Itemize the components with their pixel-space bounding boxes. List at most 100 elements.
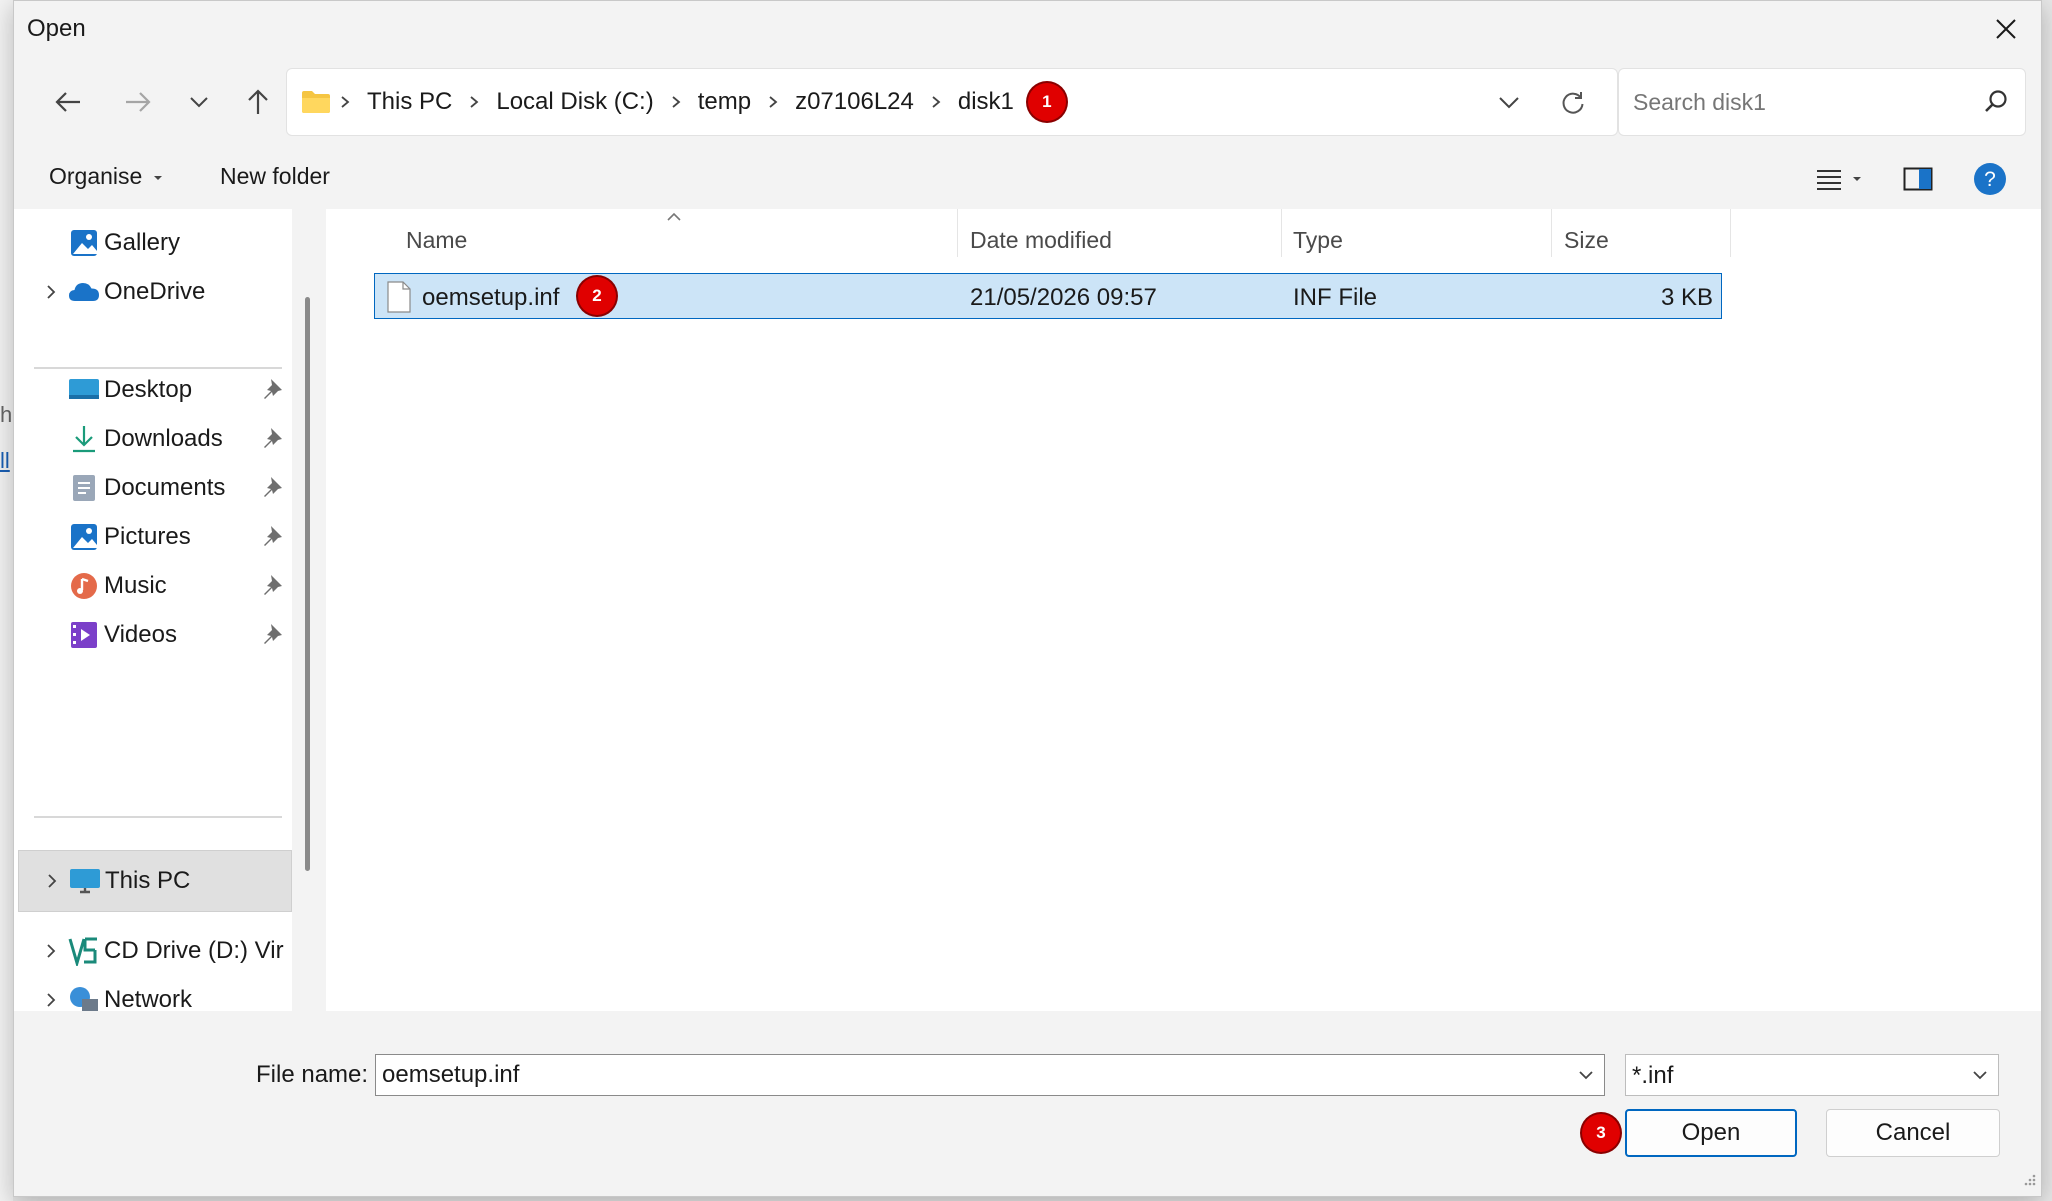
music-icon [68, 570, 100, 602]
open-file-dialog: Open This PC Local Disk (C:) temp z07106… [13, 0, 2042, 1197]
nav-item-desktop[interactable]: Desktop [14, 363, 292, 417]
up-button[interactable] [230, 74, 286, 130]
new-folder-button[interactable]: New folder [220, 163, 330, 190]
nav-item-this-pc[interactable]: This PC [18, 850, 292, 912]
expand-chevron-icon[interactable] [34, 943, 68, 959]
expand-chevron-icon[interactable] [35, 873, 69, 889]
nav-divider [34, 816, 282, 818]
file-name-combobox[interactable] [375, 1054, 1605, 1096]
help-button[interactable]: ? [1968, 157, 2012, 201]
details-view-icon [1817, 170, 1841, 190]
open-button[interactable]: Open [1625, 1109, 1797, 1157]
recent-locations-button[interactable] [171, 74, 227, 130]
background-app [0, 0, 13, 1201]
help-icon: ? [1974, 163, 2006, 195]
search-input[interactable]: Search disk1 [1618, 68, 2026, 136]
chevron-down-icon[interactable] [1576, 1064, 1596, 1091]
column-header-date-modified[interactable]: Date modified [970, 227, 1112, 254]
pin-icon[interactable] [262, 622, 284, 651]
organise-button[interactable]: Organise [49, 163, 163, 190]
breadcrumb-separator-icon[interactable] [662, 95, 690, 109]
nav-item-label: Downloads [104, 425, 223, 452]
pin-icon[interactable] [262, 524, 284, 553]
step-badge-3: 3 [1582, 1114, 1620, 1152]
step-badge-2: 2 [578, 277, 616, 315]
arrow-right-icon [126, 92, 151, 112]
svg-text:?: ? [1984, 168, 1996, 191]
column-divider[interactable] [1281, 209, 1282, 257]
file-name-label: File name: [256, 1061, 369, 1088]
nav-item-videos[interactable]: Videos [14, 608, 292, 662]
pin-icon[interactable] [262, 426, 284, 455]
downloads-icon [68, 423, 100, 455]
breadcrumb-separator-icon[interactable] [922, 95, 950, 109]
column-divider[interactable] [1551, 209, 1552, 257]
arrow-left-icon [55, 92, 80, 112]
breadcrumb-separator-icon[interactable] [759, 95, 787, 109]
column-header-size[interactable]: Size [1564, 227, 1609, 254]
desktop-icon [68, 374, 100, 406]
navpane-scrollbar-thumb[interactable] [305, 297, 310, 871]
breadcrumb-local-disk[interactable]: Local Disk (C:) [488, 88, 661, 116]
nav-item-gallery[interactable]: Gallery [14, 216, 292, 270]
refresh-button[interactable] [1551, 81, 1595, 125]
nav-item-label: This PC [105, 867, 191, 894]
column-divider[interactable] [957, 209, 958, 257]
close-button[interactable] [1971, 1, 2041, 57]
nav-item-onedrive[interactable]: OneDrive [14, 265, 292, 319]
onedrive-icon [68, 276, 100, 308]
chevron-down-icon[interactable] [1970, 1064, 1990, 1091]
address-bar[interactable]: This PC Local Disk (C:) temp z07106L24 d… [286, 68, 1618, 136]
forward-button[interactable] [110, 74, 166, 130]
resize-grip-icon[interactable] [2021, 1171, 2037, 1192]
caret-down-icon [1853, 177, 1861, 181]
cancel-button[interactable]: Cancel [1826, 1109, 2000, 1157]
expand-chevron-icon[interactable] [34, 992, 68, 1008]
breadcrumb-separator-icon[interactable] [331, 95, 359, 109]
arrow-up-icon [248, 89, 268, 114]
file-type-select[interactable]: *.inf [1625, 1054, 1999, 1096]
nav-item-cd-drive[interactable]: CD Drive (D:) Vir [14, 924, 292, 978]
breadcrumb-temp[interactable]: temp [690, 88, 759, 116]
column-header-type[interactable]: Type [1293, 227, 1343, 254]
preview-pane-button[interactable] [1896, 157, 1940, 201]
breadcrumb-disk1[interactable]: disk1 [950, 88, 1022, 116]
expand-chevron-icon[interactable] [34, 284, 68, 300]
nav-item-label: Documents [104, 474, 226, 501]
address-history-button[interactable] [1487, 81, 1531, 125]
nav-item-label: CD Drive (D:) Vir [104, 937, 284, 964]
close-icon [1996, 19, 2016, 39]
nav-item-label: Pictures [104, 523, 191, 550]
nav-item-downloads[interactable]: Downloads [14, 412, 292, 466]
file-name-input[interactable] [378, 1057, 1566, 1093]
nav-item-music[interactable]: Music [14, 559, 292, 613]
nav-item-documents[interactable]: Documents [14, 461, 292, 515]
change-view-button[interactable] [1804, 157, 1874, 201]
gallery-icon [68, 227, 100, 259]
preview-pane-icon [1903, 167, 1933, 191]
column-header-name[interactable]: Name [406, 227, 467, 254]
nav-item-pictures[interactable]: Pictures [14, 510, 292, 564]
pin-icon[interactable] [262, 573, 284, 602]
file-icon [387, 281, 411, 318]
nav-item-network[interactable]: Network [14, 973, 292, 1011]
organise-label: Organise [49, 163, 143, 189]
breadcrumb-z07106l24[interactable]: z07106L24 [787, 88, 922, 116]
file-date-modified: 21/05/2026 09:57 [970, 284, 1157, 311]
pin-icon[interactable] [262, 377, 284, 406]
breadcrumb-this-pc[interactable]: This PC [359, 88, 460, 116]
breadcrumb-separator-icon[interactable] [460, 95, 488, 109]
pin-icon[interactable] [262, 475, 284, 504]
caret-down-icon [153, 175, 162, 180]
background-link-fragment[interactable]: ll [0, 448, 10, 474]
refresh-icon [1562, 92, 1584, 114]
search-icon[interactable] [1983, 88, 2009, 119]
step-badge-1: 1 [1027, 83, 1066, 121]
back-button[interactable] [40, 74, 96, 130]
file-row-selected[interactable]: oemsetup.inf 2 21/05/2026 09:57 INF File… [374, 273, 1722, 319]
file-type: INF File [1293, 284, 1377, 311]
column-divider[interactable] [1730, 209, 1731, 257]
file-list: Name Date modified Type Size oemsetup.in… [326, 209, 2041, 1011]
sort-ascending-icon [666, 209, 682, 227]
chevron-down-icon [1499, 97, 1519, 109]
